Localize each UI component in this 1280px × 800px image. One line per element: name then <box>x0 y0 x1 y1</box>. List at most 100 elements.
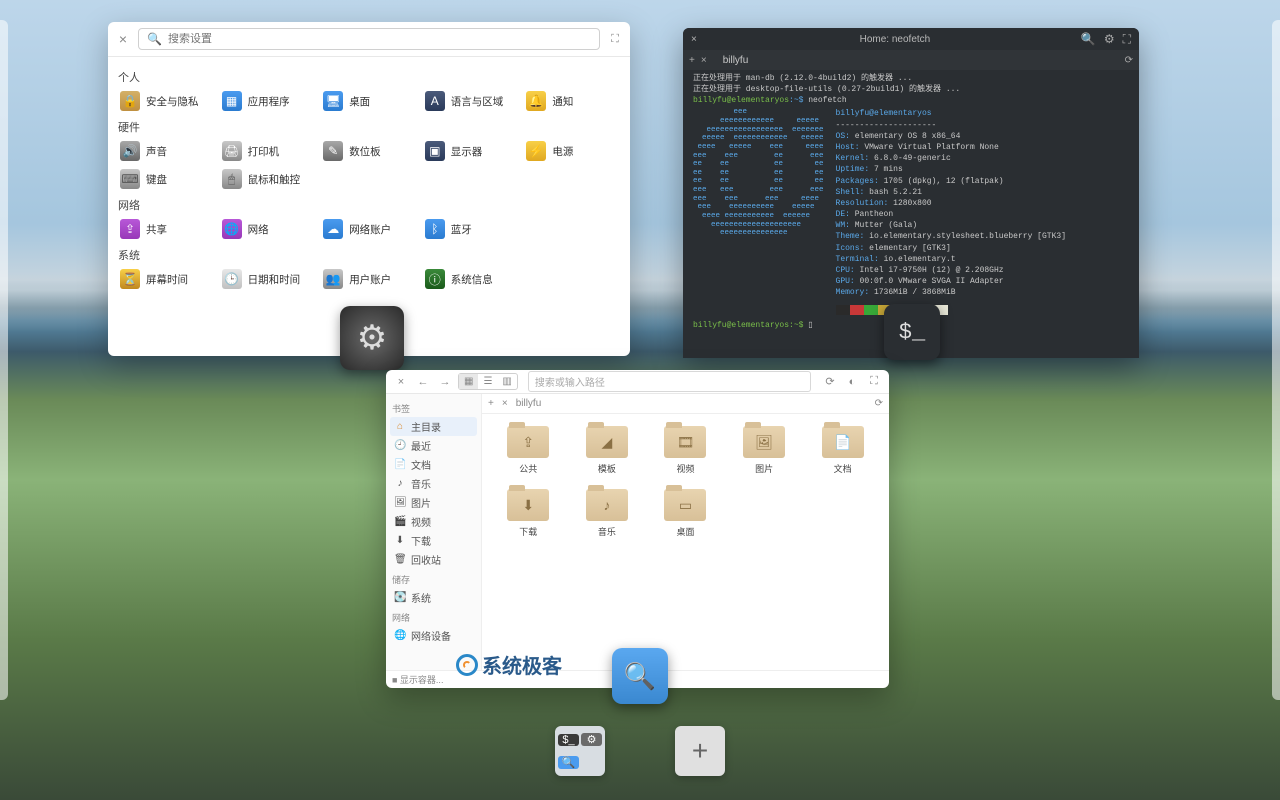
color-palette <box>836 305 1066 315</box>
music-folder-icon: ♪ <box>586 489 628 521</box>
sync-icon[interactable]: ⟳ <box>875 398 883 409</box>
maximize-icon[interactable]: ⛶ <box>1123 32 1131 47</box>
sb-recent[interactable]: 🕘最近 <box>390 436 477 455</box>
folder-downloads[interactable]: ⬇下载 <box>494 489 563 538</box>
info-icon[interactable]: ◐ <box>843 376 861 388</box>
path-input[interactable]: 搜索或输入路径 <box>528 371 811 392</box>
mini-search-icon: 🔍 <box>558 756 579 769</box>
globe-icon: 🌐 <box>222 219 242 239</box>
grid-view-icon[interactable]: ▦ <box>459 374 478 389</box>
folder-documents[interactable]: 📄文档 <box>808 426 877 475</box>
item-online[interactable]: ☁网络账户 <box>321 217 417 241</box>
folder-public[interactable]: ⇪公共 <box>494 426 563 475</box>
forward-icon[interactable]: → <box>436 376 454 388</box>
terminal-tab[interactable]: billyfu <box>713 53 759 68</box>
sb-trash[interactable]: 🗑回收站 <box>390 550 477 569</box>
back-icon[interactable]: ← <box>414 376 432 388</box>
maximize-icon[interactable]: ⛶ <box>865 375 883 388</box>
close-tab-icon[interactable]: × <box>502 398 508 409</box>
item-sound[interactable]: 🔊声音 <box>118 139 214 163</box>
sb-network[interactable]: 🌐网络设备 <box>390 626 477 645</box>
pictures-icon: 🖼 <box>394 497 406 508</box>
item-apps[interactable]: ▦应用程序 <box>220 89 316 113</box>
item-about[interactable]: ⓘ系统信息 <box>423 267 519 291</box>
sb-pictures[interactable]: 🖼图片 <box>390 493 477 512</box>
item-security[interactable]: 🔒安全与隐私 <box>118 89 214 113</box>
search-icon[interactable]: 🔍 <box>1081 32 1096 47</box>
item-mouse[interactable]: 🖱鼠标和触控 <box>220 167 316 191</box>
workspace-edge-left <box>0 20 8 700</box>
desktop-icon: 🖥 <box>323 91 343 111</box>
item-display[interactable]: ▣显示器 <box>423 139 519 163</box>
files-app-icon[interactable]: 🔍 <box>612 648 668 704</box>
workspace-current[interactable]: $_ ⚙ 🔍 <box>555 726 605 776</box>
sb-documents[interactable]: 📄文档 <box>390 455 477 474</box>
item-desktop[interactable]: 🖥桌面 <box>321 89 417 113</box>
sb-home[interactable]: ⌂主目录 <box>390 417 477 436</box>
trash-icon: 🗑 <box>394 554 406 565</box>
sb-system[interactable]: 💽系统 <box>390 588 477 607</box>
recent-icon: 🕘 <box>394 440 406 451</box>
sb-downloads[interactable]: ⬇下载 <box>390 531 477 550</box>
reload-icon[interactable]: ⟳ <box>821 375 839 388</box>
terminal-title: Home: neofetch <box>709 34 1081 45</box>
search-input[interactable] <box>168 33 591 45</box>
apps-icon: ▦ <box>222 91 242 111</box>
maximize-icon[interactable]: ⛶ <box>606 33 624 46</box>
sb-music[interactable]: ♪音乐 <box>390 474 477 493</box>
close-icon[interactable]: × <box>392 376 410 388</box>
item-notify[interactable]: 🔔通知 <box>524 89 620 113</box>
videos-icon: 🎬 <box>394 516 406 527</box>
item-screentime[interactable]: ⏳屏幕时间 <box>118 267 214 291</box>
item-users[interactable]: 👥用户账户 <box>321 267 417 291</box>
settings-app-icon[interactable]: ⚙ <box>340 306 404 370</box>
printer-icon: 🖨 <box>222 141 242 161</box>
home-icon: ⌂ <box>394 421 406 432</box>
folder-pictures[interactable]: 🖼图片 <box>730 426 799 475</box>
folder-music[interactable]: ♪音乐 <box>573 489 642 538</box>
column-view-icon[interactable]: ▥ <box>497 374 516 389</box>
item-locale[interactable]: A语言与区域 <box>423 89 519 113</box>
mouse-icon: 🖱 <box>222 169 242 189</box>
bolt-icon: ⚡ <box>526 141 546 161</box>
folder-desktop[interactable]: ▭桌面 <box>651 489 720 538</box>
close-icon[interactable]: × <box>691 34 709 45</box>
item-share[interactable]: ⇪共享 <box>118 217 214 241</box>
item-power[interactable]: ⚡电源 <box>524 139 620 163</box>
disk-icon: 💽 <box>394 592 406 603</box>
bluetooth-icon: ᛒ <box>425 219 445 239</box>
workspace-switcher: $_ ⚙ 🔍 + <box>0 726 1280 776</box>
item-tablet[interactable]: ✎数位板 <box>321 139 417 163</box>
info-icon: ⓘ <box>425 269 445 289</box>
terminal-app-icon[interactable]: $_ <box>884 304 940 360</box>
cloud-icon: ☁ <box>323 219 343 239</box>
gear-icon[interactable]: ⚙ <box>1104 32 1115 47</box>
files-sidebar: 书签 ⌂主目录 🕘最近 📄文档 ♪音乐 🖼图片 🎬视频 ⬇下载 🗑回收站 储存 … <box>386 394 482 670</box>
documents-folder-icon: 📄 <box>822 426 864 458</box>
sb-videos[interactable]: 🎬视频 <box>390 512 477 531</box>
new-tab-icon[interactable]: + <box>488 398 494 409</box>
sync-icon[interactable]: ⟳ <box>1125 55 1133 66</box>
mini-terminal-icon: $_ <box>558 734 579 746</box>
folder-videos[interactable]: 🎞视频 <box>651 426 720 475</box>
files-main: + × billyfu ⟳ ⇪公共 ◢模板 🎞视频 🖼图片 📄文档 ⬇下载 ♪音… <box>482 394 889 670</box>
item-bluetooth[interactable]: ᛒ蓝牙 <box>423 217 519 241</box>
downloads-icon: ⬇ <box>394 535 406 546</box>
mini-gear-icon: ⚙ <box>581 733 602 746</box>
folder-templates[interactable]: ◢模板 <box>573 426 642 475</box>
settings-search[interactable]: 🔍 <box>138 28 600 50</box>
new-tab-icon[interactable]: + <box>689 55 695 66</box>
neofetch-logo: eee eeeeeeeeeeee eeeee eeeeeeeeeeeeeeeee… <box>693 108 824 314</box>
close-icon[interactable]: × <box>114 31 132 47</box>
item-printer[interactable]: 🖨打印机 <box>220 139 316 163</box>
close-tab-icon[interactable]: × <box>701 55 707 66</box>
item-network[interactable]: 🌐网络 <box>220 217 316 241</box>
item-keyboard[interactable]: ⌨键盘 <box>118 167 214 191</box>
view-switcher[interactable]: ▦ ☰ ▥ <box>458 373 518 390</box>
workspace-add[interactable]: + <box>675 726 725 776</box>
files-window[interactable]: × ← → ▦ ☰ ▥ 搜索或输入路径 ⟳ ◐ ⛶ 书签 ⌂主目录 🕘最近 📄文… <box>386 370 889 688</box>
item-datetime[interactable]: 🕒日期和时间 <box>220 267 316 291</box>
files-tab[interactable]: billyfu <box>516 398 542 409</box>
pictures-folder-icon: 🖼 <box>743 426 785 458</box>
list-view-icon[interactable]: ☰ <box>478 374 497 389</box>
